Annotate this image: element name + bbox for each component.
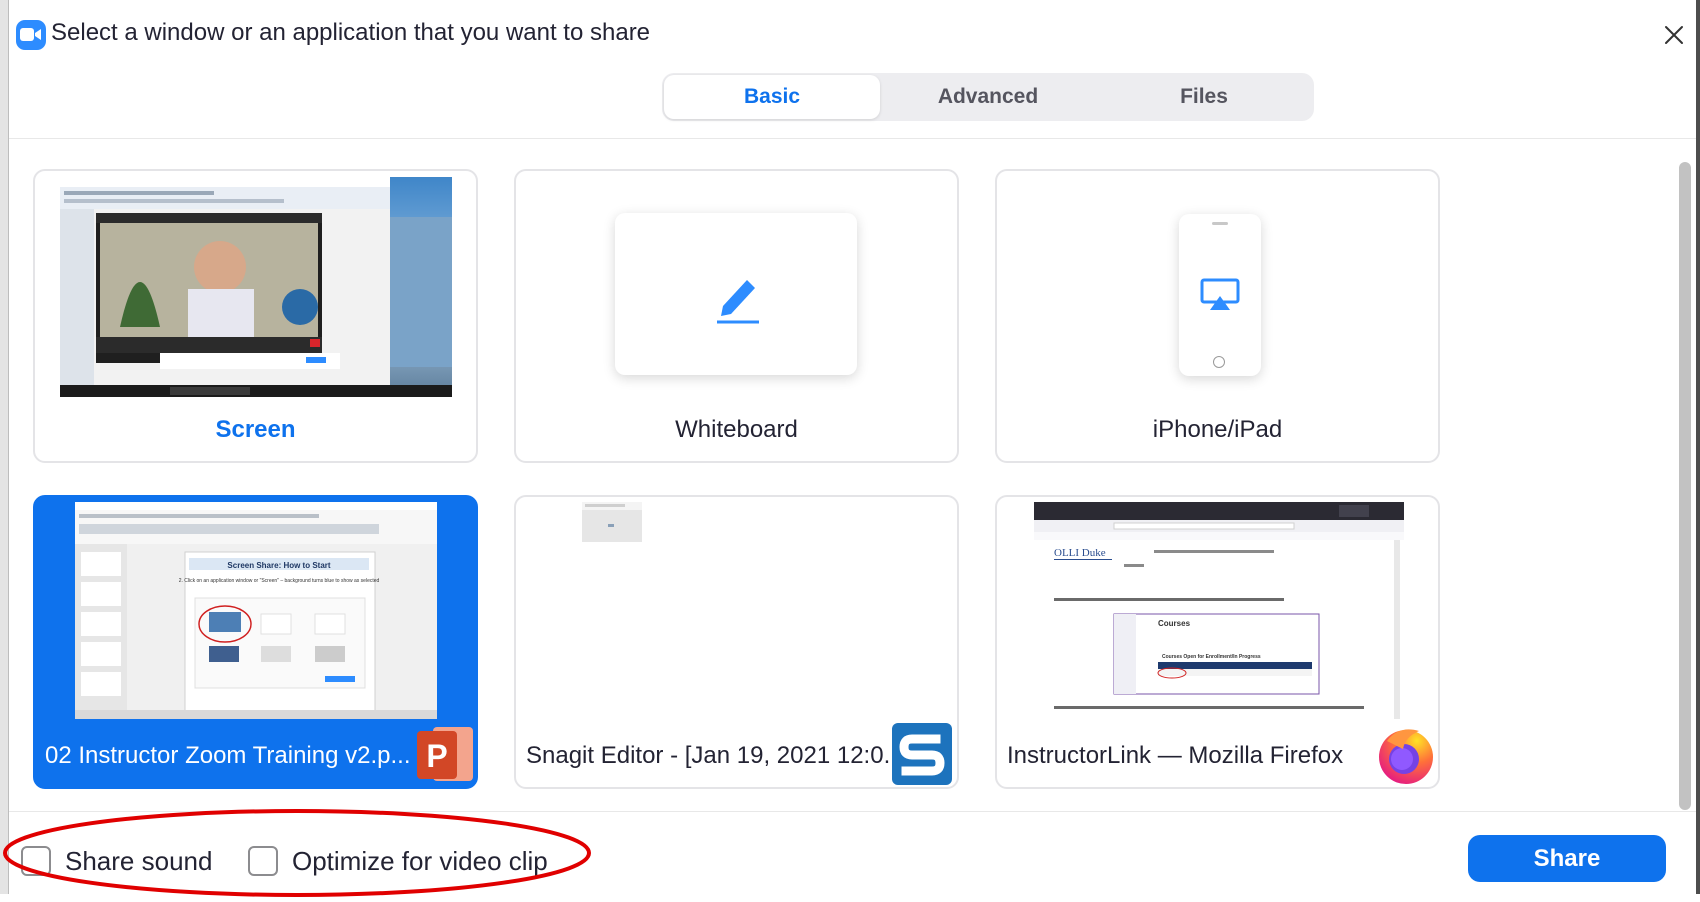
share-source-label: 02 Instructor Zoom Training v2.p...	[45, 742, 411, 769]
courses-heading-text: Courses	[1158, 619, 1191, 628]
content-divider	[9, 138, 1696, 139]
whiteboard-tile	[615, 213, 857, 375]
firefox-icon	[1375, 723, 1437, 785]
airplay-icon	[1200, 278, 1240, 312]
dialog-title: Select a window or an application that y…	[51, 19, 651, 46]
tab-basic[interactable]: Basic	[664, 75, 880, 119]
share-source-iphone-ipad[interactable]: iPhone/iPad	[995, 169, 1440, 463]
share-source-label: InstructorLink — Mozilla Firefox	[1007, 742, 1344, 769]
phone-speaker	[1212, 222, 1228, 225]
share-source-label: Snagit Editor - [Jan 19, 2021 12:0...	[526, 742, 904, 769]
title-bar: Select a window or an application that y…	[9, 0, 1696, 70]
share-screen-dialog: Select a window or an application that y…	[0, 0, 1700, 897]
courses-sub-text: Courses Open for Enrollment/In Progress	[1162, 654, 1261, 660]
share-source-firefox-window[interactable]: OLLI Duke Courses Courses Open for Enrol…	[995, 495, 1440, 789]
left-window-edge	[0, 0, 9, 894]
red-annotation-ellipse	[0, 797, 595, 897]
site-logo-text: OLLI Duke	[1054, 547, 1106, 559]
snagit-window-thumbnail	[582, 502, 642, 542]
share-button[interactable]: Share	[1468, 835, 1666, 882]
screen-thumbnail	[60, 177, 452, 397]
share-source-label: Screen	[215, 416, 296, 443]
share-source-screen[interactable]: Screen	[33, 169, 478, 463]
powerpoint-icon: P	[415, 723, 475, 785]
slide-body-text: 2. Click on an application window or "Sc…	[179, 578, 380, 584]
vertical-scrollbar[interactable]	[1679, 162, 1691, 810]
share-source-whiteboard[interactable]: Whiteboard	[514, 169, 959, 463]
slide-title-text: Screen Share: How to Start	[227, 561, 330, 570]
pencil-icon	[709, 268, 765, 324]
phone-tile	[1179, 214, 1261, 376]
tab-advanced[interactable]: Advanced	[880, 73, 1096, 121]
share-source-snagit-window[interactable]: Snagit Editor - [Jan 19, 2021 12:0...	[514, 495, 959, 789]
share-source-powerpoint-window[interactable]: Screen Share: How to Start 2. Click on a…	[33, 495, 478, 789]
phone-home-button	[1213, 356, 1225, 368]
zoom-camera-icon	[16, 20, 46, 50]
svg-text:P: P	[426, 738, 447, 774]
share-source-label: iPhone/iPad	[1152, 416, 1283, 443]
firefox-window-thumbnail: OLLI Duke Courses Courses Open for Enrol…	[1034, 502, 1404, 719]
tab-files[interactable]: Files	[1096, 73, 1312, 121]
share-source-label: Whiteboard	[675, 416, 798, 443]
right-window-edge	[1696, 0, 1700, 894]
close-icon[interactable]	[1659, 20, 1689, 50]
share-tabs: Basic Advanced Files	[662, 73, 1314, 121]
snagit-icon	[892, 723, 952, 785]
powerpoint-window-thumbnail: Screen Share: How to Start 2. Click on a…	[75, 502, 437, 719]
